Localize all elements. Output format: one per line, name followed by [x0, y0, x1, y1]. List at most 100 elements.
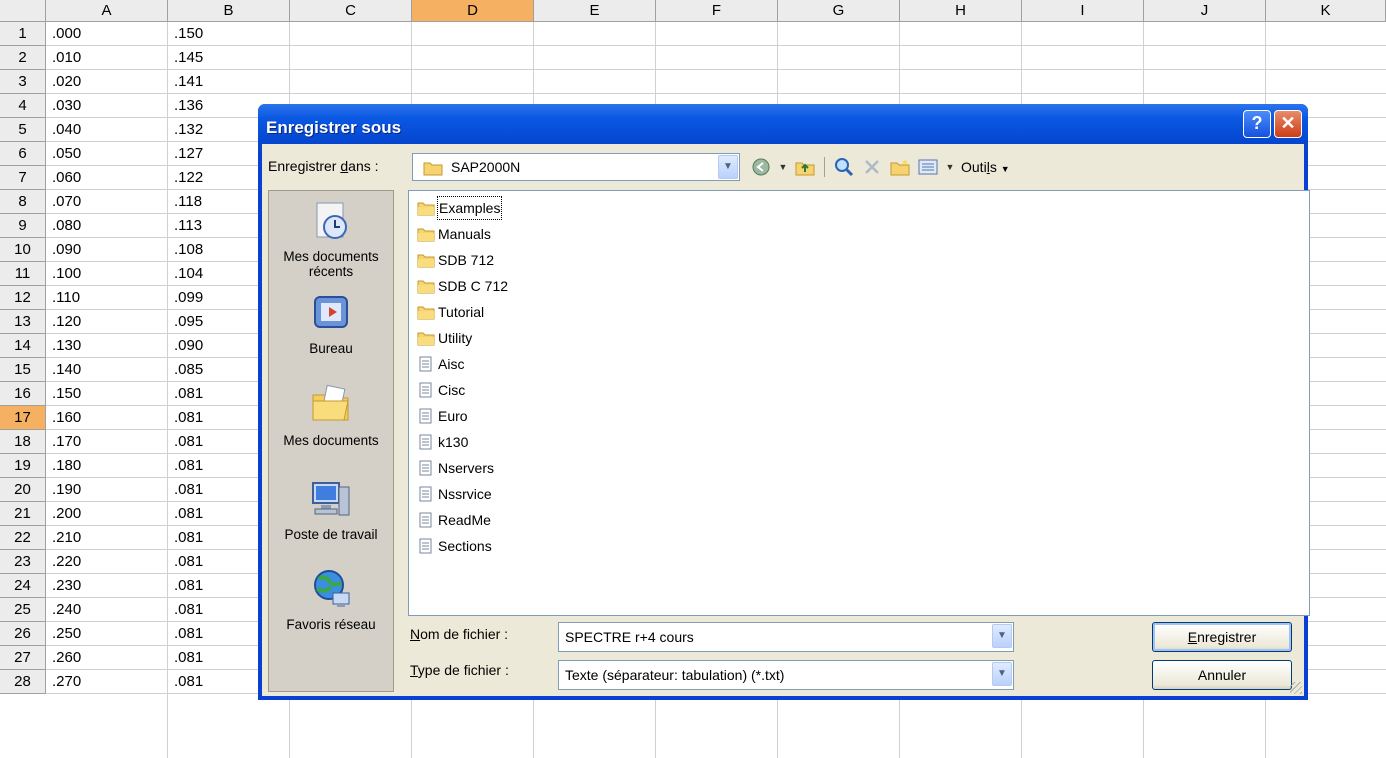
cell-a[interactable]: .100	[50, 262, 81, 284]
file-list-item[interactable]: Utility	[417, 325, 473, 351]
cell-a[interactable]: .160	[50, 406, 81, 428]
cell-a[interactable]: .170	[50, 430, 81, 452]
file-list-item[interactable]: Euro	[417, 403, 469, 429]
cell-b[interactable]: .145	[172, 46, 203, 68]
cell-b[interactable]: .127	[172, 142, 203, 164]
cell-b[interactable]: .081	[172, 406, 203, 428]
search-web-button[interactable]	[833, 156, 855, 178]
file-list-item[interactable]: Cisc	[417, 377, 466, 403]
row-header[interactable]: 1	[0, 22, 46, 46]
row-header[interactable]: 7	[0, 166, 46, 190]
column-header-f[interactable]: F	[656, 0, 778, 22]
column-header-a[interactable]: A	[46, 0, 168, 22]
row-header[interactable]: 13	[0, 310, 46, 334]
column-header-k[interactable]: K	[1266, 0, 1386, 22]
cell-a[interactable]: .110	[50, 286, 80, 308]
save-in-dropdown[interactable]: SAP2000N ▼	[412, 153, 740, 181]
cell-a[interactable]: .240	[50, 598, 81, 620]
row-header[interactable]: 24	[0, 574, 46, 598]
row-header[interactable]: 28	[0, 670, 46, 694]
delete-button[interactable]	[861, 156, 883, 178]
cell-a[interactable]: .150	[50, 382, 81, 404]
place-my-documents[interactable]: Mes documents	[269, 383, 393, 448]
row-header[interactable]: 23	[0, 550, 46, 574]
cell-a[interactable]: .120	[50, 310, 81, 332]
cell-a[interactable]: .080	[50, 214, 81, 236]
column-header-b[interactable]: B	[168, 0, 290, 22]
file-list-item[interactable]: SDB C 712	[417, 273, 509, 299]
file-list-item[interactable]: Examples	[417, 195, 503, 221]
cell-b[interactable]: .081	[172, 574, 203, 596]
row-header[interactable]: 2	[0, 46, 46, 70]
file-list[interactable]: Examples Manuals SDB 712 SDB C 712 Tutorial U…	[408, 190, 1310, 616]
cell-b[interactable]: .081	[172, 598, 203, 620]
row-header[interactable]: 3	[0, 70, 46, 94]
cell-b[interactable]: .085	[172, 358, 203, 380]
cell-b[interactable]: .081	[172, 622, 203, 644]
cell-b[interactable]: .141	[172, 70, 203, 92]
file-list-item[interactable]: ReadMe	[417, 507, 492, 533]
file-name-input[interactable]: SPECTRE r+4 cours ▼	[558, 622, 1014, 652]
row-header[interactable]: 8	[0, 190, 46, 214]
file-type-select[interactable]: Texte (séparateur: tabulation) (*.txt) ▼	[558, 660, 1014, 690]
row-header[interactable]: 15	[0, 358, 46, 382]
save-button[interactable]: Enregistrer	[1152, 622, 1292, 652]
back-button[interactable]	[750, 156, 772, 178]
cell-b[interactable]: .095	[172, 310, 203, 332]
row-header[interactable]: 21	[0, 502, 46, 526]
back-dropdown-icon[interactable]: ▼	[778, 156, 788, 178]
chevron-down-icon[interactable]: ▼	[992, 662, 1012, 686]
file-list-item[interactable]: Nservers	[417, 455, 495, 481]
row-header[interactable]: 25	[0, 598, 46, 622]
cell-b[interactable]: .081	[172, 430, 203, 452]
file-list-item[interactable]: Sections	[417, 533, 493, 559]
column-header-c[interactable]: C	[290, 0, 412, 22]
views-dropdown-icon[interactable]: ▼	[945, 156, 955, 178]
cell-a[interactable]: .250	[50, 622, 81, 644]
row-header[interactable]: 18	[0, 430, 46, 454]
cell-b[interactable]: .150	[172, 22, 203, 44]
cell-b[interactable]: .081	[172, 550, 203, 572]
cell-b[interactable]: .104	[172, 262, 203, 284]
new-folder-button[interactable]	[889, 156, 911, 178]
row-header[interactable]: 10	[0, 238, 46, 262]
cell-b[interactable]: .081	[172, 526, 203, 548]
place-my-computer[interactable]: Poste de travail	[269, 477, 393, 542]
cell-b[interactable]: .099	[172, 286, 203, 308]
row-header[interactable]: 20	[0, 478, 46, 502]
cancel-button[interactable]: Annuler	[1152, 660, 1292, 690]
cell-b[interactable]: .081	[172, 382, 203, 404]
cell-b[interactable]: .081	[172, 502, 203, 524]
cell-a[interactable]: .020	[50, 70, 81, 92]
row-header[interactable]: 16	[0, 382, 46, 406]
cell-b[interactable]: .122	[172, 166, 203, 188]
cell-a[interactable]: .010	[50, 46, 81, 68]
tools-menu[interactable]: Outils ▼	[961, 159, 1010, 175]
place-network-places[interactable]: Favoris réseau	[269, 567, 393, 632]
cell-a[interactable]: .090	[50, 238, 81, 260]
cell-b[interactable]: .108	[172, 238, 203, 260]
column-header-h[interactable]: H	[900, 0, 1022, 22]
views-button[interactable]	[917, 156, 939, 178]
cell-a[interactable]: .070	[50, 190, 81, 212]
close-button[interactable]: ✕	[1274, 110, 1302, 138]
cell-a[interactable]: .210	[50, 526, 81, 548]
cell-b[interactable]: .081	[172, 670, 203, 692]
row-header[interactable]: 14	[0, 334, 46, 358]
row-header[interactable]: 12	[0, 286, 46, 310]
column-header-e[interactable]: E	[534, 0, 656, 22]
cell-a[interactable]: .230	[50, 574, 81, 596]
select-all-corner[interactable]	[0, 0, 46, 22]
cell-b[interactable]: .132	[172, 118, 203, 140]
cell-a[interactable]: .030	[50, 94, 81, 116]
row-header[interactable]: 5	[0, 118, 46, 142]
cell-a[interactable]: .050	[50, 142, 81, 164]
file-list-item[interactable]: Nssrvice	[417, 481, 493, 507]
resize-grip[interactable]	[1290, 682, 1302, 694]
cell-b[interactable]: .136	[172, 94, 203, 116]
row-header[interactable]: 22	[0, 526, 46, 550]
row-header[interactable]: 26	[0, 622, 46, 646]
row-header[interactable]: 17	[0, 406, 46, 430]
row-header[interactable]: 19	[0, 454, 46, 478]
cell-a[interactable]: .270	[50, 670, 81, 692]
